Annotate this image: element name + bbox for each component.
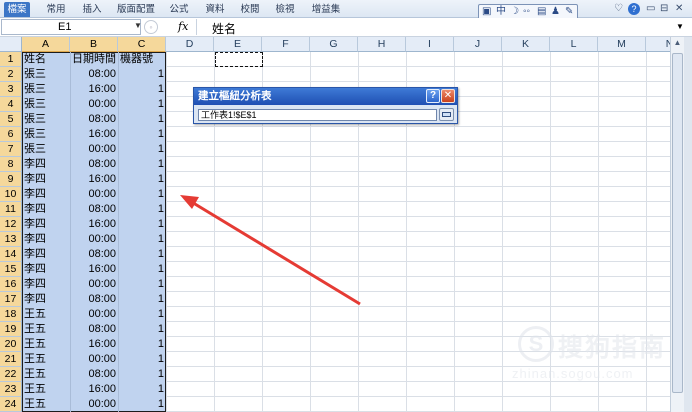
arrow-shaft (189, 199, 361, 306)
sogou-logo-icon: S (518, 326, 554, 362)
arrow-head (180, 195, 199, 209)
watermark-url: zhinan.sogou.com (512, 366, 634, 381)
watermark-text: 搜狗指南 (558, 333, 667, 362)
watermark: S 搜狗指南 zhinan.sogou.com (512, 322, 672, 388)
